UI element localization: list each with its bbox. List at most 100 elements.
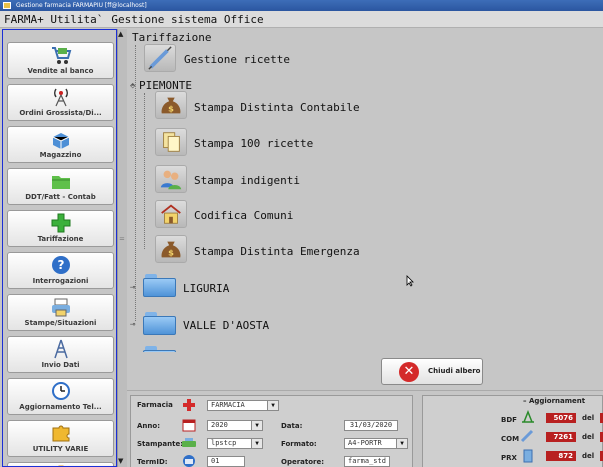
printer-icon [182, 438, 196, 447]
com-icon [520, 429, 534, 443]
sidebar-item-label: DDT/Fatt - Contab [25, 193, 96, 201]
folder-icon [143, 274, 176, 297]
sidebar: Vendite al banco Ordini Grossista/Di... … [2, 29, 117, 467]
sidebar-item-label: Aggiornamento Tel... [19, 403, 102, 411]
split-divider[interactable] [117, 29, 127, 467]
tree-root[interactable]: Tariffazione [132, 31, 211, 44]
svg-text:$: $ [168, 104, 174, 114]
expand-handle-icon[interactable]: ⊸ [130, 283, 135, 293]
puzzle-icon [52, 425, 69, 442]
sidebar-item-magazzino[interactable]: Magazzino [7, 126, 114, 163]
chiudi-albero-label: Chiudi albero [428, 367, 481, 375]
com-value-badge: 7261 [546, 432, 576, 442]
tree-node-liguria[interactable]: LIGURIA [183, 282, 229, 295]
formato-select[interactable]: A4-PORTR ▼ [344, 438, 408, 449]
calendar-icon [182, 419, 196, 432]
anno-select[interactable]: 2020 ▼ [207, 420, 263, 431]
tree-item-100-ricette[interactable]: Stampa 100 ricette [194, 137, 313, 150]
tree-item-gestione-ricette[interactable]: Gestione ricette [184, 53, 290, 66]
house-icon [155, 200, 187, 228]
stampante-select[interactable]: lpstcp ▼ [207, 438, 263, 449]
red-cross-icon [183, 399, 195, 411]
sidebar-item-more[interactable] [7, 462, 114, 466]
tree-item-distinta-emergenza[interactable]: Stampa Distinta Emergenza [194, 245, 360, 258]
stampante-label: Stampante: [137, 440, 184, 448]
app-icon [3, 2, 11, 9]
sidebar-item-label: UTILITY VARIE [32, 445, 89, 453]
green-cross-icon [51, 213, 70, 233]
aggiornamenti-title: – Aggiornament [523, 397, 586, 405]
clock-icon [51, 382, 70, 400]
form-panel: Farmacia FARMACIA ▼ Anno: 2020 ▼ Data: 31/… [130, 395, 413, 467]
farmacia-label: Farmacia [137, 401, 173, 409]
scroll-down-icon[interactable]: ▼ [118, 457, 123, 465]
formato-label: Formato: [281, 440, 317, 448]
bdf-icon [522, 410, 534, 423]
sidebar-item-label: Magazzino [39, 151, 82, 159]
menu-section[interactable]: Gestione sistema Office [111, 13, 263, 26]
com-label: COM [501, 435, 520, 443]
tree-view: Tariffazione Gestione ricette ⬘ PIEMONTE… [127, 29, 603, 352]
money-bag-icon: $ [155, 91, 187, 119]
bdf-label: BDF [501, 416, 517, 424]
folder-icon [143, 346, 176, 352]
sidebar-item-ddt[interactable]: DDT/Fatt - Contab [7, 168, 114, 205]
people-icon [155, 165, 187, 193]
divider-grip-icon[interactable]: = [119, 235, 125, 243]
menu-bar: FARMA+ Utilita` Gestione sistema Office [0, 11, 603, 28]
app-window: Gestione farmacia FARMAPIU [ff@localhost… [0, 0, 603, 467]
sidebar-item-interrogazioni[interactable]: ? Interrogazioni [7, 252, 114, 289]
tree-node-valle-aosta[interactable]: VALLE D'AOSTA [183, 319, 269, 332]
prx-icon [523, 449, 533, 463]
close-icon: ✕ [399, 362, 419, 382]
tree-item-codifica-comuni[interactable]: Codifica Comuni [194, 209, 293, 222]
menu-app-name[interactable]: FARMA+ Utilita` [4, 13, 103, 26]
sidebar-item-vendite[interactable]: Vendite al banco [7, 42, 114, 79]
prx-del-label: del [582, 452, 595, 460]
tree-item-distinta-contabile[interactable]: Stampa Distinta Contabile [194, 101, 360, 114]
farmacia-select[interactable]: FARMACIA ▼ [207, 400, 279, 411]
sidebar-item-tariffazione[interactable]: Tariffazione [7, 210, 114, 247]
collapse-handle-icon[interactable]: ⬘ [130, 81, 135, 91]
sidebar-item-label: Vendite al banco [27, 67, 94, 75]
bdf-value-badge: 5076 [546, 413, 576, 423]
anno-label: Anno: [137, 422, 160, 430]
operatore-label: Operatore: [281, 458, 325, 466]
sidebar-item-ordini[interactable]: Ordini Grossista/Di... [7, 84, 114, 121]
sidebar-item-aggiornamento[interactable]: Aggiornamento Tel... [7, 378, 114, 415]
chevron-down-icon: ▼ [251, 421, 262, 430]
cart-icon [51, 47, 71, 64]
termid-field[interactable]: 01 [207, 456, 245, 467]
com-del-label: del [582, 433, 595, 441]
aggiornamenti-panel: – Aggiornament BDF 5076 del COM 7261 del… [422, 395, 603, 467]
expand-handle-icon[interactable]: ⊸ [130, 320, 135, 330]
prx-value-badge: 872 [546, 451, 576, 461]
tree-line [144, 93, 145, 249]
chiudi-albero-button[interactable]: ✕ Chiudi albero [381, 358, 483, 385]
money-bag-icon: $ [155, 235, 187, 263]
sidebar-item-label: Interrogazioni [32, 277, 89, 285]
svg-text:?: ? [57, 258, 64, 272]
operatore-field[interactable]: farma_std [344, 456, 390, 467]
sidebar-item-utility[interactable]: UTILITY VARIE [7, 420, 114, 457]
antenna-icon [53, 88, 68, 107]
scroll-up-icon[interactable]: ▲ [118, 30, 123, 38]
bdf-del-label: del [582, 414, 595, 422]
question-icon: ? [51, 256, 70, 274]
mouse-cursor-icon [406, 275, 414, 287]
tree-item-indigenti[interactable]: Stampa indigenti [194, 174, 300, 187]
chevron-down-icon: ▼ [251, 439, 262, 448]
folder-icon [51, 176, 70, 189]
data-label: Data: [281, 422, 303, 430]
title-bar: Gestione farmacia FARMAPIU [ff@localhost… [0, 0, 603, 11]
folder-icon [143, 312, 176, 335]
sidebar-item-stampe[interactable]: Stampe/Situazioni [7, 294, 114, 331]
sidebar-item-invio[interactable]: Invio Dati [7, 336, 114, 373]
bottom-panel: Farmacia FARMACIA ▼ Anno: 2020 ▼ Data: 31/… [127, 390, 603, 467]
tower-icon [53, 339, 68, 359]
data-field[interactable]: 31/03/2020 [344, 420, 398, 431]
chevron-down-icon: ▼ [267, 401, 278, 410]
box-icon [52, 133, 69, 149]
documents-icon [155, 128, 187, 156]
syringe-icon [144, 44, 176, 72]
